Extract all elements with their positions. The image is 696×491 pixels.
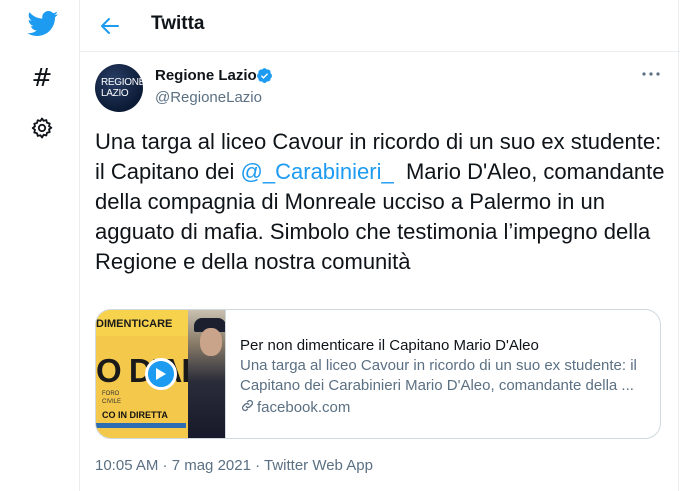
video-thumbnail[interactable]: DIMENTICARE O D'ALE FORO CIVILE CO IN DI… [96, 310, 226, 438]
avatar-logo-text: REGIONE LAZIO [101, 77, 143, 99]
tweet-detail-column: Twitta REGIONE LAZIO Regione Lazio @Regi… [79, 0, 680, 491]
thumbnail-caption: DIMENTICARE [96, 318, 173, 330]
hashtag-icon[interactable]: # [29, 63, 55, 92]
more-options-icon[interactable] [641, 64, 661, 84]
link-icon [240, 398, 255, 417]
verified-badge-icon [256, 67, 273, 84]
settings-gear-icon[interactable] [28, 114, 56, 142]
mention-link[interactable]: @_Carabinieri_ [241, 159, 394, 184]
page-header: Twitta [80, 0, 680, 52]
author-name[interactable]: Regione Lazio [155, 67, 257, 84]
left-navigation: # [0, 0, 80, 491]
tweet-timestamp[interactable]: 10:05 AM · 7 mag 2021 · Twitter Web App [95, 457, 373, 474]
avatar[interactable]: REGIONE LAZIO [95, 64, 143, 112]
play-icon[interactable] [145, 358, 177, 390]
thumbnail-small-text: FORO CIVILE [102, 391, 122, 405]
card-description: Una targa al liceo Cavour in ricordo di … [240, 357, 637, 394]
link-preview-card[interactable]: DIMENTICARE O D'ALE FORO CIVILE CO IN DI… [95, 309, 661, 439]
page-title: Twitta [151, 13, 205, 34]
thumbnail-live-text: CO IN DIRETTA [102, 410, 168, 420]
card-title: Per non dimenticare il Capitano Mario D'… [240, 337, 539, 354]
card-domain: facebook.com [240, 398, 350, 417]
author-handle[interactable]: @RegioneLazio [155, 89, 262, 106]
twitter-bird-icon[interactable] [27, 10, 59, 38]
tweet-text: Una targa al liceo Cavour in ricordo di … [95, 129, 671, 274]
arrow-left-icon[interactable] [96, 12, 124, 40]
